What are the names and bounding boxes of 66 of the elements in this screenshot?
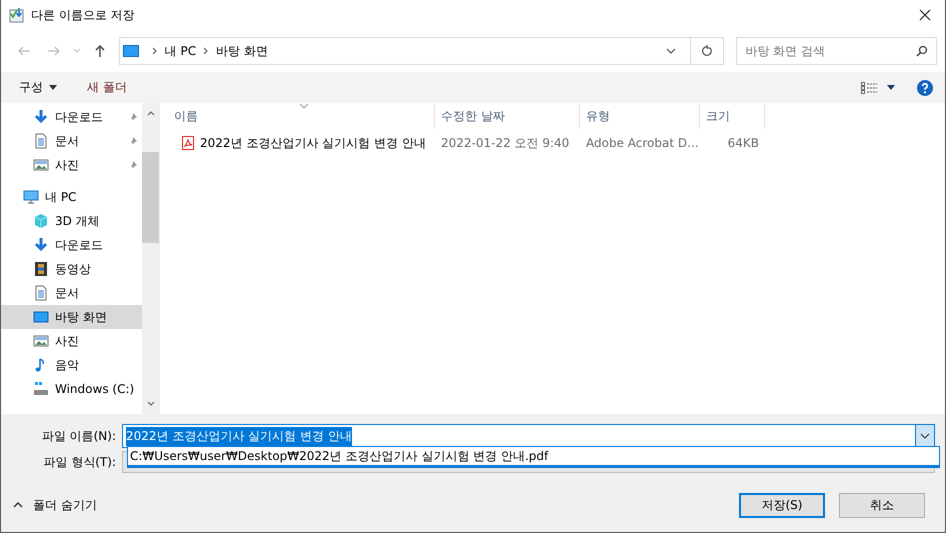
sidebar-item[interactable]: 문서 [1,281,142,305]
search-field[interactable]: 바탕 화면 검색 [736,37,938,65]
scroll-up-icon[interactable] [146,111,154,116]
file-type-label: 파일 형식(T): [42,454,117,470]
suggestion-item[interactable]: C:₩Users₩user₩Desktop₩2022년 조경산업기사 실기시험 변경 안내.pdf [128,447,939,465]
sidebar-item[interactable]: 사진 [1,329,142,353]
column-header[interactable]: 크기 [700,103,765,129]
sidebar-item[interactable]: Windows (C:) [1,377,142,401]
close-icon[interactable] [919,9,931,21]
chevron-right-icon [152,47,158,55]
scroll-down-icon[interactable] [146,401,154,406]
sidebar-item[interactable]: 음악 [1,353,142,377]
breadcrumb[interactable]: 내 PC [164,42,196,60]
drive-icon [33,381,49,397]
chevron-down-icon [920,433,930,439]
column-header[interactable]: 이름 [160,103,435,129]
monitor-icon [23,189,39,205]
column-header[interactable]: 수정한 날짜 [435,103,580,129]
chevron-right-icon [203,47,210,55]
refresh-icon [701,45,714,57]
caret-icon[interactable] [887,85,895,90]
document-icon [33,133,49,149]
sidebar-item[interactable]: 문서 [1,129,142,153]
table-cell-text: Adobe Acrobat D... [585,136,700,150]
new-folder-button[interactable]: 새 폴더 [87,79,127,96]
search-icon [916,45,928,57]
sidebar-item[interactable]: 3D 개체 [1,209,142,233]
breadcrumb[interactable]: 바탕 화면 [216,42,268,60]
film-icon [33,261,49,277]
dropdown-button[interactable] [915,425,934,447]
file-row[interactable]: 2022년 조경산업기사 실기시험 변경 안내 2022-01-22 오전 9:40 Adobe Acrobat D... 64KB [160,129,945,157]
chevron-up-icon [13,502,23,508]
column-header[interactable]: 유형 [580,103,700,129]
sidebar-item[interactable]: 다운로드 [1,233,142,257]
sidebar-item[interactable]: 동영상 [1,257,142,281]
cube-icon [33,213,49,229]
pdf-file-icon [182,136,194,150]
file-name-field[interactable]: 2022년 조경산업기사 실기시험 변경 안내 [122,424,935,448]
organize-button[interactable]: 구성 [19,79,57,96]
document-icon [33,285,49,301]
monitor-icon [122,45,139,57]
dialog-button[interactable]: 저장(S) [739,492,825,518]
table-cell-text: 64KB [726,136,760,150]
view-options-icon[interactable] [861,82,877,94]
caret-icon [49,85,57,90]
sidebar-item[interactable]: 바탕 화면 [1,305,142,329]
help-icon[interactable] [917,80,933,96]
dialog-button[interactable]: 취소 [839,492,925,518]
monitor-icon [33,309,49,325]
address-bar[interactable]: 내 PC 바탕 화면 [118,37,724,65]
window-title: 다른 이름으로 저장 [31,6,136,24]
file-name: 2022년 조경산업기사 실기시험 변경 안내 [200,134,426,152]
down-arrow-icon [33,237,49,253]
up-arrow-icon[interactable] [92,44,107,58]
sidebar-item[interactable]: 다운로드 [1,105,142,129]
chevron-down-icon[interactable] [666,48,676,54]
file-name-label: 파일 이름(N): [40,428,117,444]
hide-folders-button[interactable]: 폴더 숨기기 [13,496,97,514]
sidebar-item[interactable]: 내 PC [1,185,142,209]
table-cell-text: 2022-01-22 오전 9:40 [440,134,570,152]
sidebar-item[interactable]: 사진 [1,153,142,177]
picture-frame-icon [33,333,49,349]
picture-frame-icon [33,157,49,173]
sort-caret-icon [300,104,308,108]
down-arrow-icon [33,109,49,125]
save-icon [9,7,25,23]
